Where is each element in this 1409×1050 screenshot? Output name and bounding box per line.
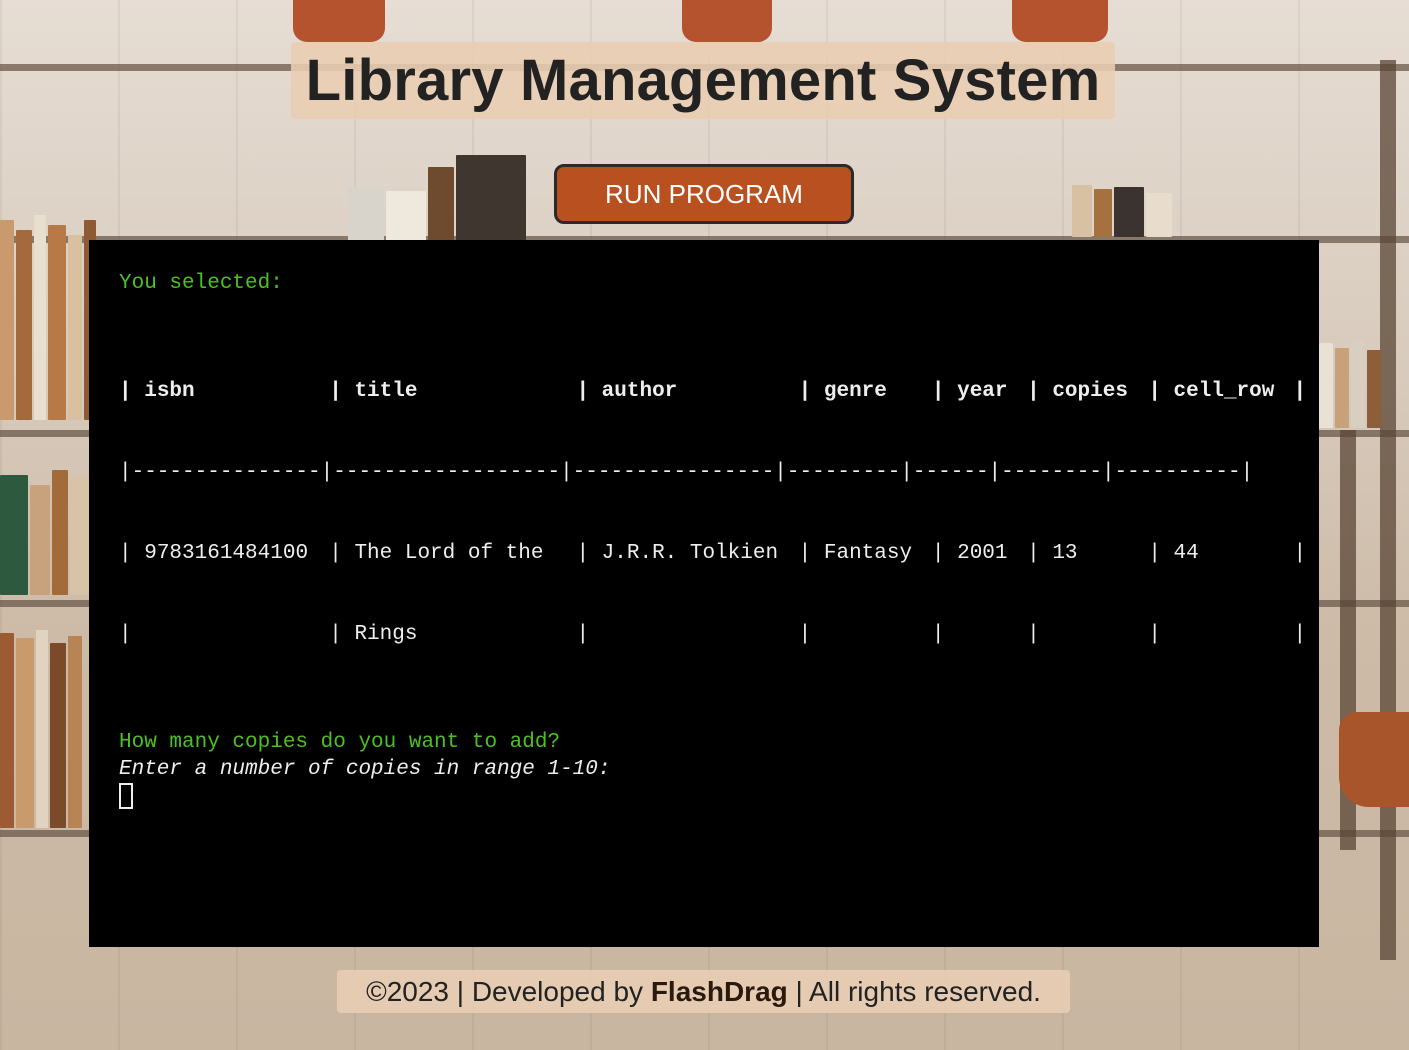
text-cursor[interactable] <box>119 783 133 809</box>
books-decoration <box>1072 185 1172 237</box>
plant-pot-decoration <box>682 0 772 42</box>
plant-pot-decoration <box>293 0 385 42</box>
prompt-instruction: Enter a number of copies in range 1-10: <box>119 758 611 781</box>
column-header-isbn: isbn <box>144 380 195 403</box>
plant-pot-decoration <box>1012 0 1108 42</box>
table-row-continuation: | | Rings | | | | | | <box>119 623 1307 646</box>
books-decoration <box>1319 340 1381 428</box>
column-header-copies: copies <box>1052 380 1128 403</box>
plant-pot-decoration <box>1339 712 1409 807</box>
page-title-banner: Library Management System <box>291 42 1115 119</box>
table-header-row: | isbn | title | author | genre | year | copi… <box>119 380 1307 403</box>
cell-copies: 13 <box>1052 542 1078 565</box>
cell-author: J.R.R. Tolkien <box>601 542 779 565</box>
cell-isbn: 9783161484100 <box>144 542 309 565</box>
prompt-question: How many copies do you want to add? <box>119 731 561 754</box>
cell-title: The Lord of the <box>354 542 544 565</box>
cell-year: 2001 <box>957 542 1008 565</box>
run-program-button[interactable]: RUN PROGRAM <box>554 164 854 224</box>
books-decoration <box>0 470 92 595</box>
books-decoration <box>0 215 96 420</box>
footer-rights: | All rights reserved. <box>795 975 1041 1007</box>
footer-developer-name: FlashDrag <box>650 975 788 1007</box>
input-line[interactable] <box>119 783 1289 811</box>
footer: ©2023 | Developed by FlashDrag | All rig… <box>337 970 1070 1013</box>
cell-title-continuation: Rings <box>354 623 418 646</box>
table-row: | 9783161484100 | The Lord of the | J.R.R.… <box>119 542 1307 565</box>
column-header-author: author <box>601 380 678 403</box>
column-header-genre: genre <box>823 380 887 403</box>
selected-label: You selected: <box>119 272 283 295</box>
table-separator-row: |---------------|------------------|----… <box>119 461 1254 484</box>
terminal-window[interactable]: You selected: | isbn | title | author | gen… <box>89 240 1319 947</box>
shelf-post <box>1380 60 1396 960</box>
column-header-cell-row: cell_row <box>1173 380 1275 403</box>
cell-row-number: 44 <box>1173 542 1199 565</box>
column-header-title: title <box>354 380 418 403</box>
result-table: | isbn | title | author | genre | year | copi… <box>119 324 1307 702</box>
page-title: Library Management System <box>305 48 1101 113</box>
column-header-year: year <box>957 380 1008 403</box>
books-decoration <box>0 630 82 828</box>
footer-copyright: ©2023 | Developed by <box>366 975 644 1007</box>
cell-genre: Fantasy <box>823 542 913 565</box>
